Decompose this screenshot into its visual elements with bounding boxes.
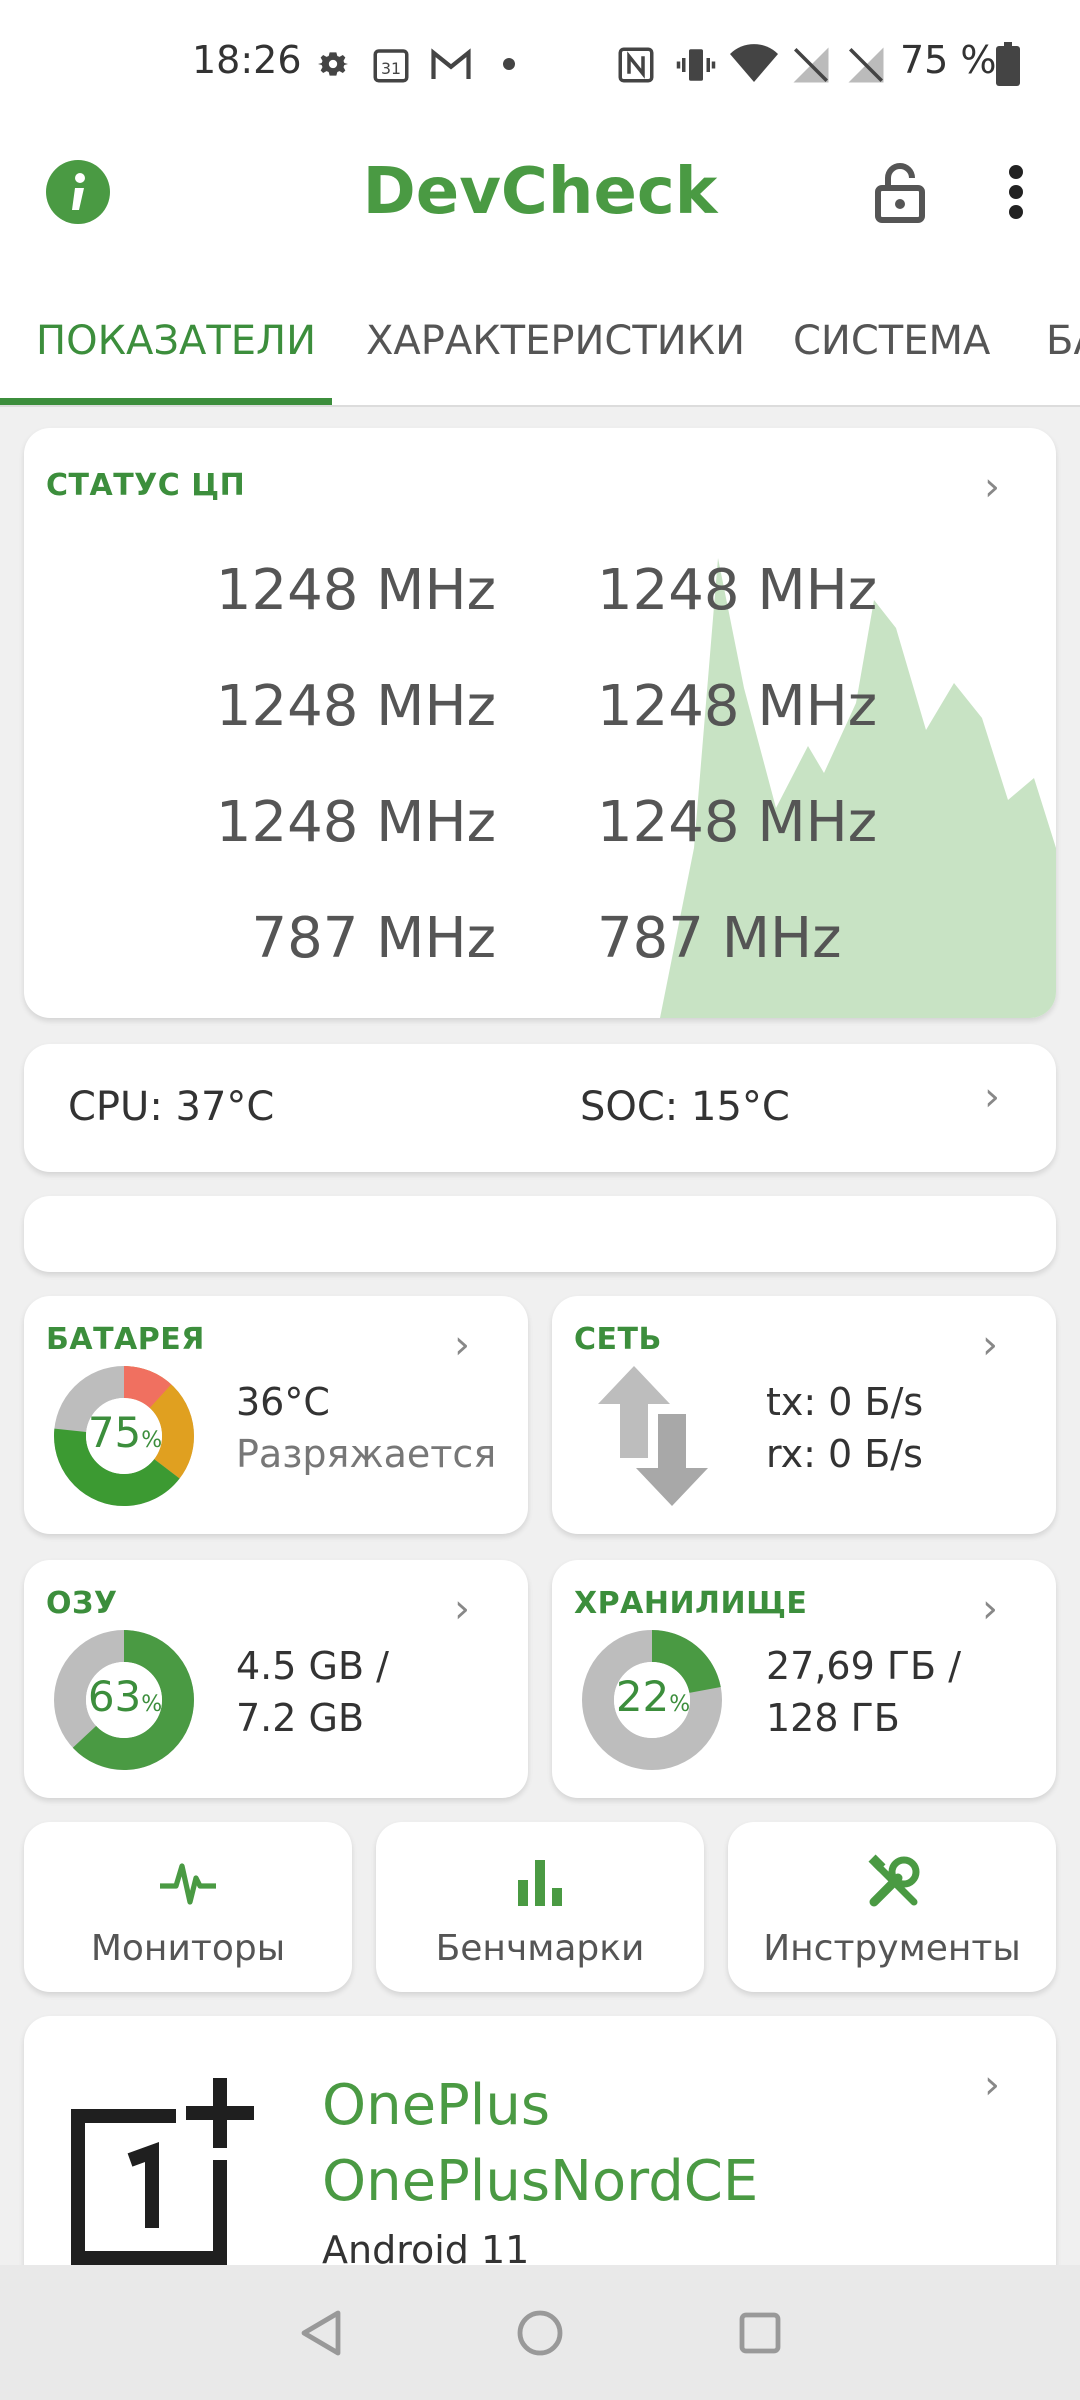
device-model: OnePlusNordCE [322, 2149, 759, 2214]
battery-gauge-value: 75% [87, 1408, 163, 1457]
storage-used: 27,69 ГБ / [766, 1644, 961, 1688]
status-time: 18:26 [192, 38, 302, 82]
chevron-right-icon: › [454, 1586, 470, 1632]
no-signal-icon-2 [845, 44, 887, 90]
vibrate-icon [675, 44, 717, 90]
pulse-icon [160, 1863, 216, 1905]
ram-label: ОЗУ [46, 1586, 118, 1621]
cpu-core-freq: 1248 MHz [215, 558, 496, 623]
storage-total: 128 ГБ [766, 1696, 900, 1740]
network-rx: rx: 0 Б/s [766, 1432, 923, 1476]
temperature-card[interactable]: CPU: 37°C SOC: 15°C › [24, 1044, 1056, 1172]
tab-bar: ПОКАЗАТЕЛИ ХАРАКТЕРИСТИКИ СИСТЕМА БА [0, 280, 1080, 407]
cpu-core-freq: 1248 MHz [597, 790, 878, 855]
navigation-bar [0, 2265, 1080, 2400]
battery-card[interactable]: БАТАРЕЯ › 75% 36°C Разряжается [24, 1296, 528, 1534]
battery-state: Разряжается [236, 1432, 497, 1476]
network-transfer-icon [598, 1366, 708, 1506]
ram-total: 7.2 GB [236, 1696, 365, 1740]
unlock-icon[interactable] [872, 160, 928, 228]
battery-label: БАТАРЕЯ [46, 1322, 205, 1357]
tab-indicators[interactable]: ПОКАЗАТЕЛИ [36, 318, 316, 364]
battery-icon [995, 42, 1021, 90]
chevron-right-icon: › [984, 2062, 1000, 2108]
tools-label: Инструменты [763, 1928, 1021, 1969]
storage-gauge-value: 22% [615, 1672, 691, 1721]
cpu-status-card[interactable]: СТАТУС ЦП › 1248 MHz 1248 MHz 1248 MHz 1… [24, 428, 1056, 1018]
battery-percent: 75 % [900, 38, 997, 82]
chevron-right-icon: › [984, 1074, 1000, 1120]
cpu-core-freq: 1248 MHz [215, 790, 496, 855]
settings-icon [313, 44, 353, 88]
ram-used: 4.5 GB / [236, 1644, 389, 1688]
chevron-right-icon: › [984, 464, 1000, 510]
chevron-right-icon: › [454, 1322, 470, 1368]
bar-chart-icon [518, 1860, 562, 1906]
tab-specs[interactable]: ХАРАКТЕРИСТИКИ [366, 318, 745, 364]
network-card[interactable]: СЕТЬ › tx: 0 Б/s rx: 0 Б/s [552, 1296, 1056, 1534]
tools-button[interactable]: Инструменты [728, 1822, 1056, 1992]
monitors-label: Мониторы [90, 1928, 286, 1969]
storage-label: ХРАНИЛИЩЕ [574, 1586, 808, 1621]
empty-card [24, 1196, 1056, 1272]
tools-icon [868, 1854, 920, 1907]
ram-gauge-value: 63% [87, 1672, 163, 1721]
cpu-temperature: CPU: 37°C [68, 1084, 275, 1130]
home-icon[interactable] [516, 2309, 564, 2357]
cpu-load-graph [660, 558, 1056, 1018]
no-signal-icon [790, 44, 832, 90]
benchmarks-label: Бенчмарки [435, 1928, 645, 1969]
tab-indicator [0, 398, 332, 405]
chevron-right-icon: › [982, 1322, 998, 1368]
gmail-icon [430, 46, 472, 88]
cpu-core-freq: 1248 MHz [597, 674, 878, 739]
recents-icon[interactable] [738, 2311, 782, 2355]
oneplus-logo [71, 2078, 254, 2265]
device-brand: OnePlus [322, 2073, 551, 2138]
monitors-button[interactable]: Мониторы [24, 1822, 352, 1992]
back-icon[interactable] [298, 2309, 344, 2357]
ram-card[interactable]: ОЗУ › 63% 4.5 GB / 7.2 GB [24, 1560, 528, 1798]
tab-system[interactable]: СИСТЕМА [793, 318, 990, 364]
battery-temperature: 36°C [236, 1380, 330, 1424]
cpu-status-label: СТАТУС ЦП [46, 468, 246, 503]
storage-card[interactable]: ХРАНИЛИЩЕ › 22% 27,69 ГБ / 128 ГБ [552, 1560, 1056, 1798]
chevron-right-icon: › [982, 1586, 998, 1632]
tab-battery[interactable]: БА [1046, 318, 1080, 364]
cpu-core-freq: 787 MHz [597, 906, 842, 971]
notification-dot-icon [503, 58, 515, 70]
calendar-icon: 31 [370, 44, 412, 90]
network-label: СЕТЬ [574, 1322, 662, 1357]
cpu-core-freq: 787 MHz [251, 906, 496, 971]
cpu-core-freq: 1248 MHz [215, 674, 496, 739]
cpu-core-freq: 1248 MHz [597, 558, 878, 623]
svg-text:31: 31 [381, 59, 401, 78]
benchmarks-button[interactable]: Бенчмарки [376, 1822, 704, 1992]
network-tx: tx: 0 Б/s [766, 1380, 924, 1424]
nfc-icon [615, 44, 657, 90]
wifi-icon [730, 44, 778, 88]
overflow-menu-icon[interactable] [1004, 164, 1028, 224]
soc-temperature: SOC: 15°C [580, 1084, 790, 1130]
